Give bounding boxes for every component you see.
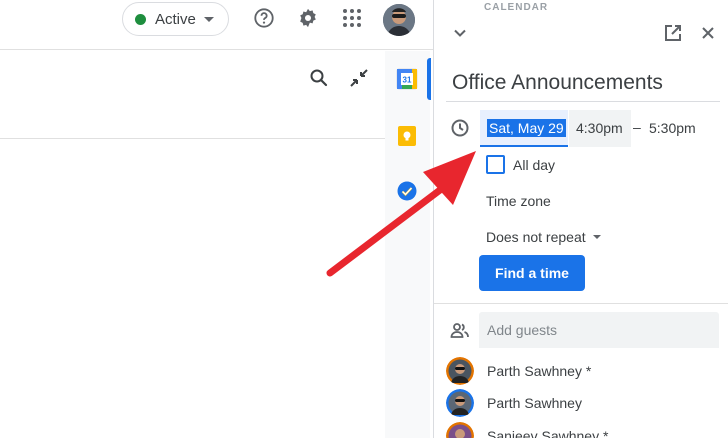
annotation-arrow xyxy=(326,151,476,277)
